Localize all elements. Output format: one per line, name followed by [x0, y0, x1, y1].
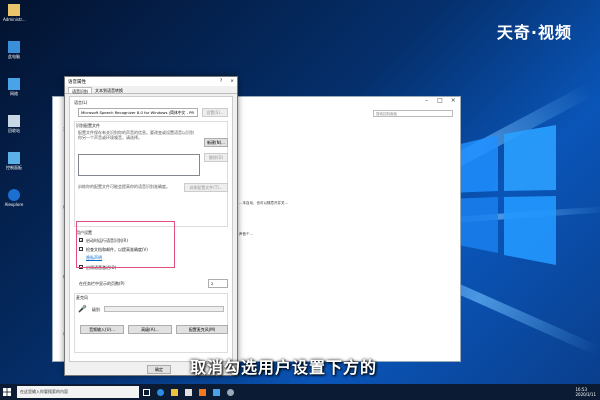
delete-profile-button[interactable]: 删除(D) — [204, 153, 228, 162]
computer-icon — [8, 41, 20, 53]
engine-settings-button[interactable]: 设置(S)... — [202, 108, 228, 117]
tab-speech-recognition[interactable]: 语音识别 — [68, 87, 92, 94]
taskbar-app-store[interactable] — [181, 384, 195, 400]
profiles-list[interactable] — [78, 154, 200, 176]
level-meter — [104, 306, 224, 312]
new-profile-button[interactable]: 新建(N)... — [204, 138, 228, 147]
microphone-label: 麦克风 — [76, 295, 88, 300]
level-label: 级别 — [92, 307, 100, 312]
taskbar-app-edge[interactable] — [153, 384, 167, 400]
desktop-icon-label: Administr... — [3, 17, 26, 22]
language-label: 语言(L) — [74, 100, 88, 105]
desktop-icon-label: 网络 — [10, 91, 18, 96]
right-snippet: 声音个... — [239, 232, 253, 236]
store-icon — [184, 388, 192, 396]
dialog-tabs: 语音识别 文本到语音转换 — [65, 87, 237, 94]
minimize-button[interactable]: – — [420, 97, 433, 107]
taskbar-app-media[interactable] — [195, 384, 209, 400]
engine-select[interactable]: Microsoft Speech Recognizer 8.0 for Wind… — [78, 108, 198, 117]
edge-icon — [156, 388, 164, 396]
training-description: 训练你的配置文件可能会提高你的语音识别准确度。 — [78, 184, 170, 189]
desktop-icon-this-pc[interactable]: 此电脑 — [3, 41, 25, 60]
windows-logo-icon — [448, 125, 556, 265]
audio-input-button[interactable]: 音频输入(U)... — [80, 325, 124, 334]
desktop-icon-control-panel[interactable]: 控制面板 — [3, 152, 25, 171]
profiles-label: 识别配置文件 — [76, 123, 100, 128]
system-tray[interactable]: 16:53 2020/3/11 — [575, 387, 600, 397]
recycle-bin-icon — [8, 115, 20, 127]
brand-watermark: 天奇·视频 — [496, 23, 572, 42]
desktop-icon-label: 回收站 — [8, 128, 20, 133]
ok-button[interactable]: 确定 — [147, 365, 171, 374]
profiles-description: 配置文件保存有关识别你的声音的信息。要改变或设置语音以识别你另一个声音或环境噪音… — [78, 130, 194, 140]
control-panel-icon — [212, 388, 220, 396]
taskbar-app-explorer[interactable] — [167, 384, 181, 400]
task-view-button[interactable] — [139, 384, 153, 400]
start-button[interactable] — [0, 384, 14, 400]
desktop-icon-label: 控制面板 — [6, 165, 22, 170]
close-button[interactable]: × — [230, 79, 234, 84]
desktop-icon-user[interactable]: Administr... — [3, 4, 26, 22]
tab-text-to-speech[interactable]: 文本到语音转换 — [92, 87, 126, 93]
folder-icon — [170, 388, 178, 396]
desktop-icon-recycle-bin[interactable]: 回收站 — [3, 115, 25, 134]
microphone-icon: 🎤 — [78, 305, 87, 313]
network-icon — [8, 78, 20, 90]
media-icon — [198, 388, 206, 396]
help-button[interactable]: ? — [220, 79, 222, 84]
dialog-title: 语音属性 — [68, 79, 86, 85]
train-profile-button[interactable]: 训练配置文件(T)... — [184, 183, 228, 192]
window-controls: – □ × — [420, 97, 460, 107]
taskbar: 在这里输入你要搜索的内容 16:53 2020/3/11 — [0, 384, 600, 400]
pages-label: 在任务栏中显示的页数(P) — [79, 281, 125, 286]
desktop-icon-network[interactable]: 网络 — [3, 78, 25, 97]
close-button[interactable]: × — [447, 97, 460, 107]
taskbar-app-settings[interactable] — [223, 384, 237, 400]
advanced-button[interactable]: 高级(A)... — [128, 325, 172, 334]
configure-microphone-button[interactable]: 配置麦克风(M) — [176, 325, 228, 334]
folder-icon — [8, 4, 20, 16]
taskbar-search-input[interactable]: 在这里输入你要搜索的内容 — [17, 386, 139, 398]
microphone-group — [74, 293, 228, 353]
highlight-box — [76, 221, 175, 268]
pages-select[interactable]: 2 — [208, 279, 228, 288]
clock-date: 2020/3/11 — [575, 392, 596, 397]
video-subtitle: 取消勾选用户设置下方的 — [190, 358, 378, 377]
control-panel-icon — [8, 152, 20, 164]
desktop-icon-label: 此电脑 — [8, 54, 20, 59]
task-view-icon — [142, 388, 150, 396]
control-panel-search-input[interactable]: 搜索控制面板 — [373, 110, 453, 117]
taskbar-app-control-panel[interactable] — [209, 384, 223, 400]
desktop-icon-browser[interactable]: Alexplore — [3, 189, 25, 207]
windows-start-icon — [3, 388, 11, 396]
desktop-icon-label: Alexplore — [4, 202, 24, 207]
right-snippet: …本自动，也可以随意开并关... — [239, 201, 288, 205]
maximize-button[interactable]: □ — [433, 97, 446, 107]
gear-icon — [226, 388, 234, 396]
browser-icon — [8, 189, 20, 201]
dialog-titlebar: 语音属性 ? × — [65, 77, 237, 86]
